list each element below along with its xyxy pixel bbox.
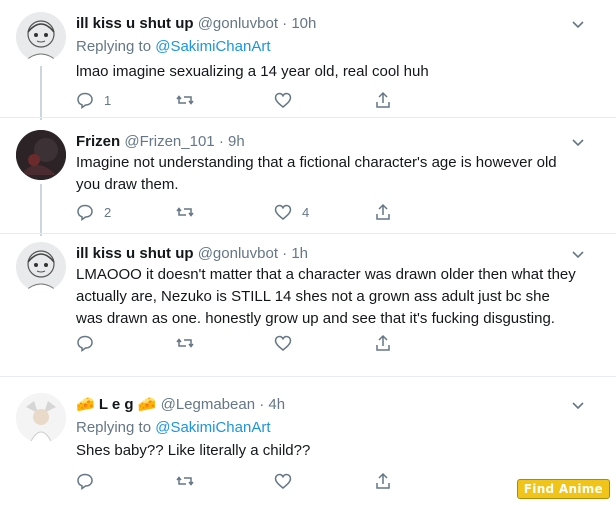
retweet-icon xyxy=(176,476,194,486)
thread-line xyxy=(40,184,42,236)
retweet-icon xyxy=(176,338,194,348)
share-button[interactable] xyxy=(374,470,392,492)
retweet-button[interactable] xyxy=(176,470,194,492)
chevron-down-icon[interactable] xyxy=(569,134,587,152)
chevron-down-icon[interactable] xyxy=(569,16,587,34)
avatar-sketch-image xyxy=(23,20,59,62)
share-icon xyxy=(376,472,390,489)
heart-icon xyxy=(274,204,292,220)
reply-count: 1 xyxy=(104,92,112,108)
share-icon xyxy=(376,203,390,220)
display-name[interactable]: ill kiss u shut up xyxy=(76,245,194,262)
reply-button[interactable] xyxy=(76,470,94,492)
reply-icon xyxy=(77,335,93,352)
avatar-sketch-image xyxy=(23,250,59,292)
user-handle[interactable]: @gonluvbot xyxy=(198,15,278,32)
like-button[interactable]: 4 xyxy=(274,201,309,223)
tweet-text: LMAOOO it doesn't matter that a characte… xyxy=(76,266,576,327)
timestamp[interactable]: 10h xyxy=(291,15,316,32)
retweet-button[interactable] xyxy=(176,89,194,111)
user-handle[interactable]: @Frizen_101 xyxy=(124,133,214,150)
separator-dot: · xyxy=(282,15,288,32)
user-handle[interactable]: @Legmabean xyxy=(161,396,255,413)
tweet-header: ill kiss u shut up @gonluvbot · 10h xyxy=(76,14,316,34)
avatar-figure-image xyxy=(16,393,66,443)
reply-button[interactable]: 2 xyxy=(76,201,111,223)
heart-icon xyxy=(274,335,292,351)
retweet-button[interactable] xyxy=(176,332,194,354)
avatar[interactable] xyxy=(16,12,66,62)
tweet-text: Imagine not understanding that a fiction… xyxy=(76,154,557,193)
separator-dot: · xyxy=(218,133,224,150)
share-icon xyxy=(376,91,390,108)
like-button[interactable] xyxy=(274,470,292,492)
timestamp[interactable]: 4h xyxy=(268,396,285,413)
retweet-icon xyxy=(176,207,194,217)
avatar[interactable] xyxy=(16,242,66,292)
avatar[interactable] xyxy=(16,393,66,443)
mention-link[interactable]: @SakimiChanArt xyxy=(155,419,270,436)
heart-icon xyxy=(274,92,292,108)
avatar[interactable] xyxy=(16,130,66,180)
watermark-logo: Find Anime xyxy=(516,479,610,499)
reply-icon xyxy=(77,204,93,221)
like-button[interactable] xyxy=(274,332,292,354)
replying-to: Replying to @SakimiChanArt xyxy=(76,418,270,438)
heart-icon xyxy=(274,473,292,489)
separator-dot: · xyxy=(282,245,288,262)
tweet-header: Frizen @Frizen_101 · 9h xyxy=(76,132,245,152)
reply-icon xyxy=(77,473,93,490)
replying-to-label: Replying to xyxy=(76,419,156,436)
tweet-header: 🧀 L e g 🧀 @Legmabean · 4h xyxy=(76,395,285,415)
like-button[interactable] xyxy=(274,89,292,111)
mention-link[interactable]: @SakimiChanArt xyxy=(155,38,270,55)
timestamp[interactable]: 9h xyxy=(228,133,245,150)
reply-button[interactable]: 1 xyxy=(76,89,111,111)
reply-count: 2 xyxy=(104,204,112,220)
replying-to: Replying to @SakimiChanArt xyxy=(76,37,270,57)
user-handle[interactable]: @gonluvbot xyxy=(198,245,278,262)
tweet[interactable]: ill kiss u shut up @gonluvbot · 1h LMAOO… xyxy=(0,234,616,377)
tweet-text: Shes baby?? Like literally a child?? xyxy=(76,442,311,459)
timestamp[interactable]: 1h xyxy=(291,245,308,262)
avatar-dark-image xyxy=(16,130,66,180)
share-icon xyxy=(376,334,390,351)
separator-dot: · xyxy=(259,396,265,413)
retweet-icon xyxy=(176,95,194,105)
display-name[interactable]: ill kiss u shut up xyxy=(76,15,194,32)
share-button[interactable] xyxy=(374,89,392,111)
chevron-down-icon[interactable] xyxy=(569,397,587,415)
retweet-button[interactable] xyxy=(176,201,194,223)
tweet-header: ill kiss u shut up @gonluvbot · 1h xyxy=(76,244,308,264)
thread-line xyxy=(40,66,42,120)
tweet[interactable]: Frizen @Frizen_101 · 9h Imagine not unde… xyxy=(0,118,616,236)
replying-to-label: Replying to xyxy=(76,38,156,55)
share-button[interactable] xyxy=(374,201,392,223)
like-count: 4 xyxy=(302,204,310,220)
share-button[interactable] xyxy=(374,332,392,354)
reply-icon xyxy=(77,92,93,109)
reply-button[interactable] xyxy=(76,332,94,354)
tweet-text: lmao imagine sexualizing a 14 year old, … xyxy=(76,63,429,80)
display-name[interactable]: 🧀 L e g 🧀 xyxy=(76,396,156,413)
chevron-down-icon[interactable] xyxy=(569,246,587,264)
display-name[interactable]: Frizen xyxy=(76,133,120,150)
tweet[interactable]: ill kiss u shut up @gonluvbot · 10h Repl… xyxy=(0,0,616,120)
